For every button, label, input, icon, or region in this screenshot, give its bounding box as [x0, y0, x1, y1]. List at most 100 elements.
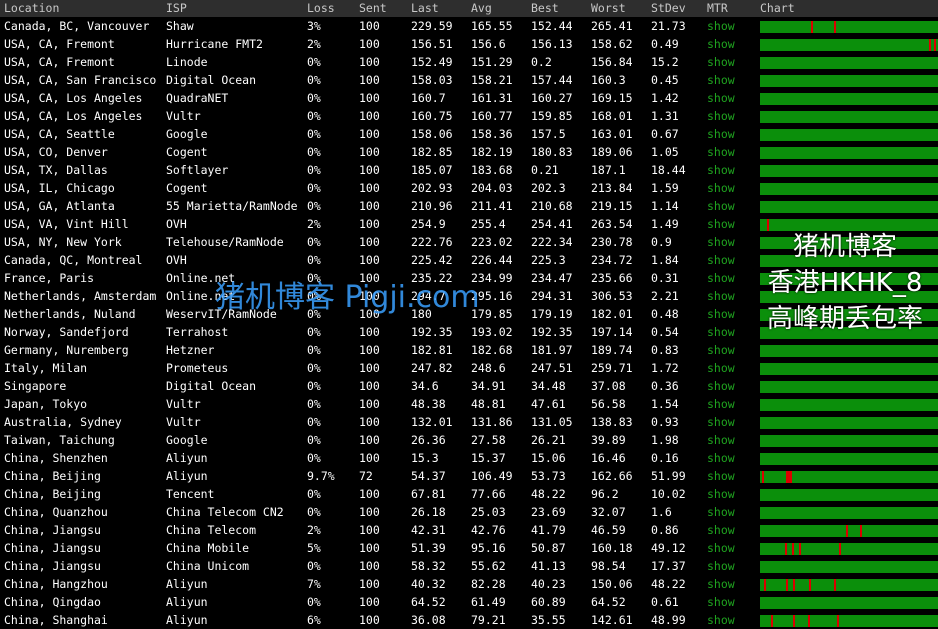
table-row: USA, CO, Denver Cogent 0% 100 182.85 182.19 18…: [0, 143, 938, 161]
worst-cell: 39.89: [591, 433, 626, 447]
mtr-show-link[interactable]: show: [707, 485, 735, 503]
best-cell: 41.13: [531, 559, 566, 573]
sent-cell: 72: [359, 469, 373, 483]
loss-cell: 0%: [307, 145, 321, 159]
mtr-show-link[interactable]: show: [707, 593, 735, 611]
stdev-cell: 0.54: [651, 325, 679, 339]
isp-cell: Vultr: [166, 109, 201, 123]
avg-cell: 131.86: [471, 415, 513, 429]
mtr-show-link[interactable]: show: [707, 17, 735, 35]
last-cell: 152.49: [411, 55, 453, 69]
latency-chart-bar: [760, 57, 938, 69]
isp-cell: Telehouse/RamNode: [166, 235, 284, 249]
location-cell: Netherlands, Amsterdam: [4, 289, 157, 303]
latency-chart-bar: [760, 561, 938, 573]
location-cell: USA, CA, Los Angeles: [4, 109, 143, 123]
mtr-show-link[interactable]: show: [707, 557, 735, 575]
mtr-show-link[interactable]: show: [707, 53, 735, 71]
header-best[interactable]: Best: [531, 0, 559, 17]
mtr-show-link[interactable]: show: [707, 125, 735, 143]
worst-cell: 168.01: [591, 109, 633, 123]
avg-cell: 182.68: [471, 343, 513, 357]
header-mtr[interactable]: MTR: [707, 0, 728, 17]
table-row: China, Jiangsu China Mobile 5% 100 51.39 95.1…: [0, 539, 938, 557]
stdev-cell: 1.6: [651, 505, 672, 519]
location-cell: USA, CO, Denver: [4, 145, 108, 159]
last-cell: 158.06: [411, 127, 453, 141]
mtr-show-link[interactable]: show: [707, 89, 735, 107]
packet-loss-spike: [809, 579, 812, 591]
mtr-show-link[interactable]: show: [707, 503, 735, 521]
mtr-show-link[interactable]: show: [707, 233, 735, 251]
isp-cell: Cogent: [166, 145, 208, 159]
mtr-show-link[interactable]: show: [707, 35, 735, 53]
mtr-show-link[interactable]: show: [707, 143, 735, 161]
isp-cell: Shaw: [166, 19, 194, 33]
mtr-show-link[interactable]: show: [707, 395, 735, 413]
stdev-cell: 0.16: [651, 451, 679, 465]
packet-loss-spike: [793, 579, 796, 591]
mtr-show-link[interactable]: show: [707, 431, 735, 449]
header-worst[interactable]: Worst: [591, 0, 626, 17]
sent-cell: 100: [359, 145, 380, 159]
header-sent[interactable]: Sent: [359, 0, 387, 17]
mtr-show-link[interactable]: show: [707, 521, 735, 539]
stdev-cell: 48.99: [651, 613, 686, 627]
worst-cell: 158.62: [591, 37, 633, 51]
mtr-show-link[interactable]: show: [707, 413, 735, 431]
best-cell: 40.23: [531, 577, 566, 591]
mtr-show-link[interactable]: show: [707, 215, 735, 233]
mtr-show-link[interactable]: show: [707, 251, 735, 269]
packet-loss-spike: [811, 21, 814, 33]
avg-cell: 95.16: [471, 541, 506, 555]
sent-cell: 100: [359, 163, 380, 177]
mtr-show-link[interactable]: show: [707, 449, 735, 467]
avg-cell: 156.6: [471, 37, 506, 51]
sent-cell: 100: [359, 235, 380, 249]
header-location[interactable]: Location: [4, 0, 59, 17]
mtr-show-link[interactable]: show: [707, 323, 735, 341]
latency-chart-bar: [760, 597, 938, 609]
packet-loss-spike: [791, 543, 794, 555]
mtr-show-link[interactable]: show: [707, 179, 735, 197]
mtr-show-link[interactable]: show: [707, 377, 735, 395]
latency-chart-bar: [760, 543, 938, 555]
mtr-show-link[interactable]: show: [707, 359, 735, 377]
last-cell: 48.38: [411, 397, 446, 411]
packet-loss-spike: [798, 543, 801, 555]
header-avg[interactable]: Avg: [471, 0, 492, 17]
mtr-show-link[interactable]: show: [707, 575, 735, 593]
mtr-show-link[interactable]: show: [707, 197, 735, 215]
mtr-show-link[interactable]: show: [707, 539, 735, 557]
mtr-show-link[interactable]: show: [707, 341, 735, 359]
mtr-show-link[interactable]: show: [707, 287, 735, 305]
header-isp[interactable]: ISP: [166, 0, 187, 17]
last-cell: 222.76: [411, 235, 453, 249]
best-cell: 53.73: [531, 469, 566, 483]
worst-cell: 46.59: [591, 523, 626, 537]
mtr-show-link[interactable]: show: [707, 107, 735, 125]
isp-cell: OVH: [166, 253, 187, 267]
worst-cell: 160.3: [591, 73, 626, 87]
table-row: China, Qingdao Aliyun 0% 100 64.52 61.49 60.89…: [0, 593, 938, 611]
mtr-show-link[interactable]: show: [707, 71, 735, 89]
loss-cell: 0%: [307, 127, 321, 141]
worst-cell: 259.71: [591, 361, 633, 375]
last-cell: 156.51: [411, 37, 453, 51]
last-cell: 185.07: [411, 163, 453, 177]
mtr-show-link[interactable]: show: [707, 269, 735, 287]
mtr-show-link[interactable]: show: [707, 611, 735, 629]
header-stdev[interactable]: StDev: [651, 0, 686, 17]
header-last[interactable]: Last: [411, 0, 439, 17]
table-row: Italy, Milan Prometeus 0% 100 247.82 248.6 247…: [0, 359, 938, 377]
latency-chart-bar: [760, 471, 938, 483]
avg-cell: 151.29: [471, 55, 513, 69]
last-cell: 64.52: [411, 595, 446, 609]
best-cell: 23.69: [531, 505, 566, 519]
table-row: Germany, Nuremberg Hetzner 0% 100 182.81 182.…: [0, 341, 938, 359]
mtr-show-link[interactable]: show: [707, 467, 735, 485]
mtr-show-link[interactable]: show: [707, 305, 735, 323]
mtr-show-link[interactable]: show: [707, 161, 735, 179]
location-cell: Australia, Sydney: [4, 415, 122, 429]
header-loss[interactable]: Loss: [307, 0, 335, 17]
